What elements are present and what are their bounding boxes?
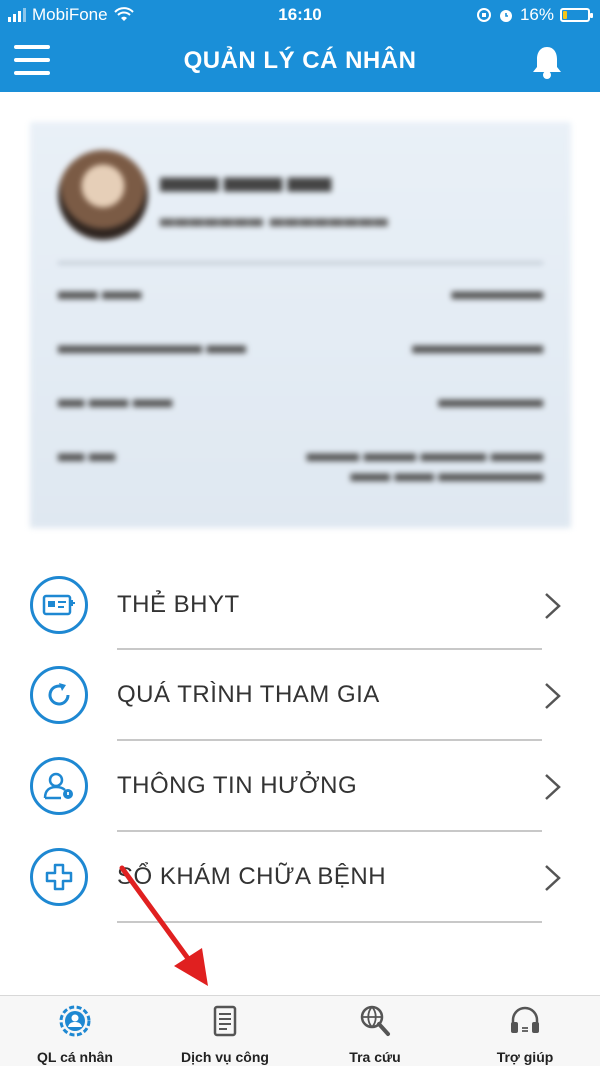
profile-id-blurred: ▃▃▃▃▃▃▃ ▃▃▃▃▃▃▃▃ [160, 206, 389, 226]
headset-icon [511, 1006, 539, 1033]
health-card-icon [30, 576, 88, 634]
refresh-arrow-icon [30, 666, 88, 724]
tab-tra-cuu[interactable]: Tra cứu [300, 996, 450, 1066]
status-bar: MobiFone 16:10 16% [0, 0, 600, 30]
battery-percent: 16% [519, 5, 554, 24]
document-icon [213, 1005, 237, 1037]
chevron-right-icon [545, 683, 561, 709]
chevron-right-icon [545, 865, 561, 891]
menu-item-label: QUÁ TRÌNH THAM GIA [117, 681, 380, 708]
user-info-icon [30, 757, 88, 815]
page-title: QUẢN LÝ CÁ NHÂN [183, 47, 417, 74]
alarm-icon [499, 10, 512, 22]
menu-item-qua-trinh-tham-gia[interactable]: QUÁ TRÌNH THAM GIA [0, 651, 600, 742]
rotation-lock-icon [476, 8, 491, 22]
menu-item-thong-tin-huong[interactable]: THÔNG TIN HƯỞNG [0, 742, 600, 833]
app-header: QUẢN LÝ CÁ NHÂN [0, 30, 600, 92]
tab-label: Tra cứu [349, 1049, 401, 1065]
personal-gear-icon [59, 1005, 91, 1037]
profile-card: ▅▅▅▅ ▅▅▅▅ ▅▅▅ ▃▃▃▃▃▃▃ ▃▃▃▃▃▃▃▃ ▃▃▃ ▃▃▃ ▃▃… [30, 122, 571, 528]
profile-name-blurred: ▅▅▅▅ ▅▅▅▅ ▅▅▅ [160, 171, 332, 192]
divider [58, 262, 543, 264]
divider [117, 739, 542, 741]
tab-tro-giup[interactable]: Trợ giúp [450, 996, 600, 1066]
tab-label: Dịch vụ công [181, 1049, 269, 1065]
menu-item-so-kham-chua-benh[interactable]: SỔ KHÁM CHỮA BỆNH [0, 833, 600, 924]
status-right: 16% [476, 5, 593, 25]
chevron-right-icon [545, 774, 561, 800]
menu-item-label: THẺ BHYT [117, 591, 240, 618]
avatar [58, 150, 148, 240]
tab-label: Trợ giúp [496, 1049, 554, 1065]
chevron-right-icon [545, 593, 561, 619]
red-arrow-annotation [119, 865, 208, 986]
tab-dich-vu-cong[interactable]: Dịch vụ công [150, 996, 300, 1066]
bottom-nav: QL cá nhân Dịch vụ công Tra cứu Trợ giúp [0, 995, 600, 1066]
divider [117, 830, 542, 832]
medical-cross-icon [30, 848, 88, 906]
bell-icon[interactable] [530, 44, 564, 80]
tab-label: QL cá nhân [37, 1049, 113, 1065]
tab-ql-ca-nhan[interactable]: QL cá nhân [0, 996, 150, 1066]
menu-item-the-bhyt[interactable]: THẺ BHYT [0, 560, 600, 651]
divider [117, 648, 542, 650]
search-globe-icon [360, 1005, 390, 1036]
menu-item-label: THÔNG TIN HƯỞNG [117, 772, 358, 799]
battery-icon [560, 8, 593, 22]
